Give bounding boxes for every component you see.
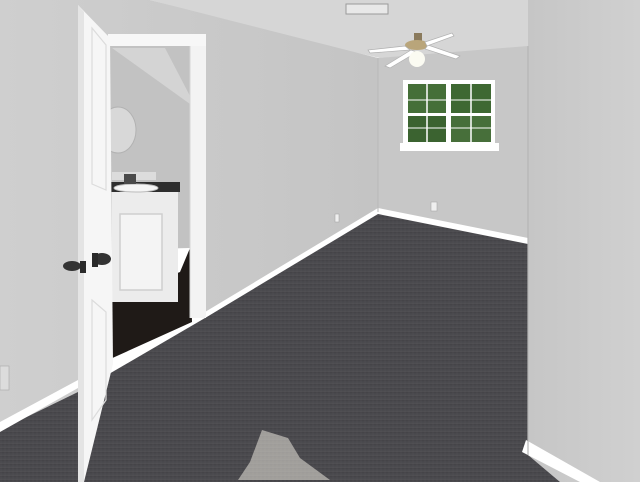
bathroom-vanity xyxy=(110,172,180,302)
wall-outlet-far-left xyxy=(0,365,10,391)
window xyxy=(400,80,499,151)
wall-outlet-left xyxy=(334,213,340,223)
ceiling-vent xyxy=(345,3,389,15)
faucet-icon xyxy=(124,174,136,184)
room-illustration xyxy=(0,0,640,482)
right-wall xyxy=(528,0,640,482)
bathroom xyxy=(99,46,192,360)
room-photo xyxy=(0,0,640,482)
wall-outlet-back xyxy=(430,201,438,212)
